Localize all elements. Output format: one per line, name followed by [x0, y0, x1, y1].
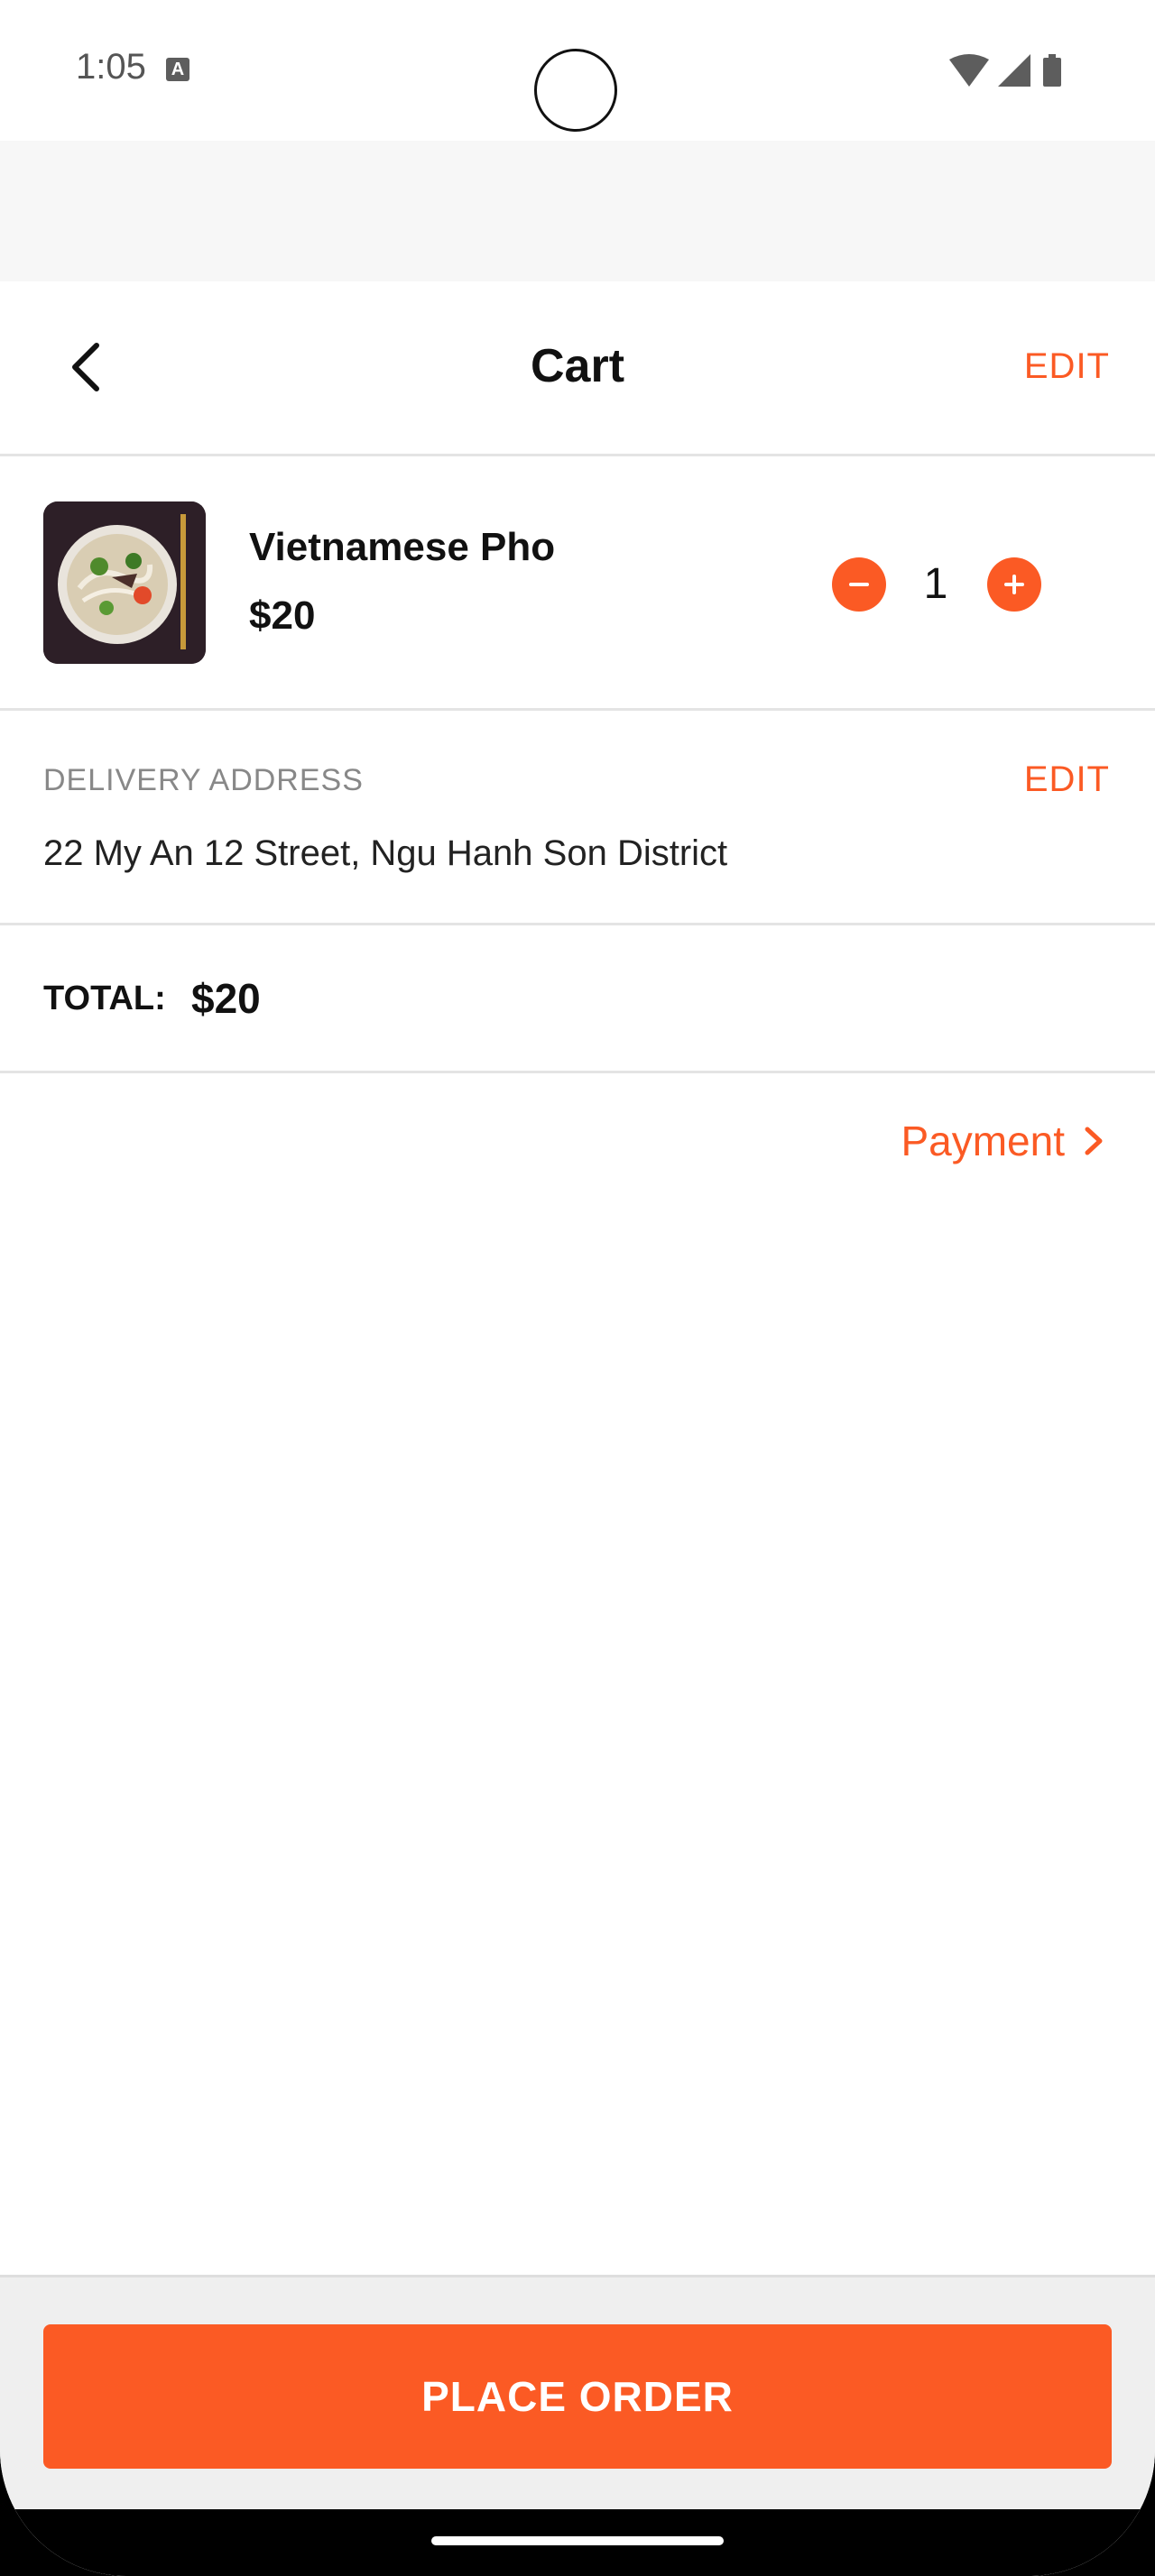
cart-item: Vietnamese Pho $20 1: [0, 456, 1155, 711]
decrease-quantity-button[interactable]: [832, 557, 886, 612]
edit-cart-button[interactable]: EDIT: [1024, 346, 1110, 387]
place-order-button[interactable]: PLACE ORDER: [43, 2324, 1112, 2469]
minus-icon: [849, 583, 869, 586]
home-indicator[interactable]: [431, 2536, 724, 2545]
delivery-address: 22 My An 12 Street, Ngu Hanh Son Distric…: [43, 833, 728, 873]
total-label: TOTAL:: [43, 980, 166, 1017]
payment-button[interactable]: Payment: [901, 1117, 1104, 1165]
top-nav: Cart EDIT: [0, 281, 1155, 456]
increase-quantity-button[interactable]: [987, 557, 1041, 612]
a-letter-icon: A: [166, 58, 189, 81]
status-icons: [947, 52, 1083, 88]
status-bar: 1:05 A: [0, 0, 1155, 141]
total-section: TOTAL: $20: [0, 925, 1155, 1073]
item-name: Vietnamese Pho: [249, 525, 556, 569]
item-price: $20: [249, 593, 316, 638]
quantity-value: 1: [923, 560, 948, 608]
app-bar-spacer: [0, 141, 1155, 281]
total-value: $20: [191, 975, 261, 1022]
delivery-section: DELIVERY ADDRESS EDIT 22 My An 12 Street…: [0, 711, 1155, 925]
status-time: 1:05: [76, 47, 146, 87]
pho-bowl-image: [43, 501, 206, 664]
wifi-icon: [949, 54, 989, 87]
plus-icon: [1004, 575, 1024, 594]
page-title: Cart: [530, 340, 625, 392]
delivery-address-label: DELIVERY ADDRESS: [43, 763, 364, 797]
edit-address-button[interactable]: EDIT: [1024, 759, 1110, 800]
phone-screen: 1:05 A Cart EDIT Vietnamese Pho $20 1 DE…: [0, 0, 1155, 2576]
camera-cutout: [534, 49, 617, 132]
battery-icon: [1043, 54, 1061, 87]
signal-icon: [998, 54, 1030, 87]
chevron-right-icon: [1085, 1127, 1103, 1155]
payment-label: Payment: [901, 1118, 1065, 1164]
